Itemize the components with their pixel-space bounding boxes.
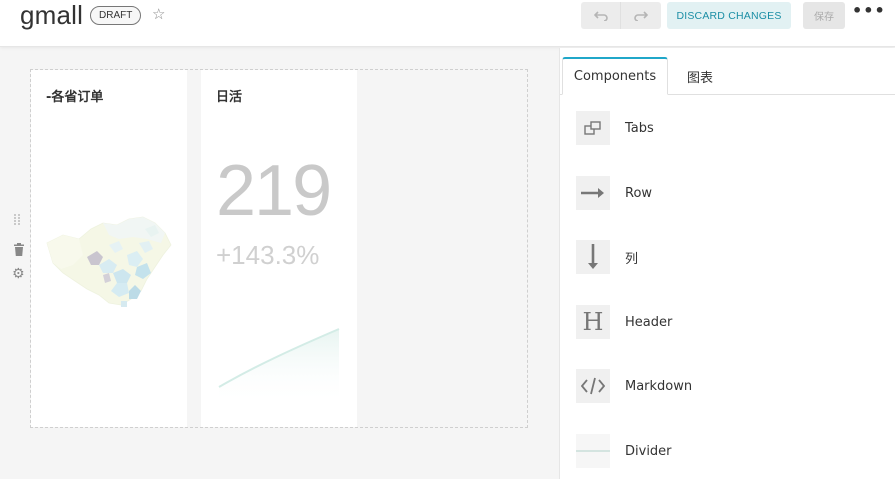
percent-change: +143.3%	[216, 240, 320, 270]
undo-icon	[593, 10, 608, 21]
component-label: Tabs	[625, 120, 654, 136]
markdown-code-icon	[576, 369, 610, 403]
chart-title: 日活	[216, 90, 243, 105]
more-options-icon[interactable]: •••	[852, 1, 886, 20]
draft-badge[interactable]: DRAFT	[90, 6, 142, 25]
component-markdown[interactable]: Markdown	[576, 368, 876, 404]
gear-icon[interactable]: ⚙	[12, 266, 25, 282]
drag-handle-icon[interactable]	[14, 214, 20, 226]
discard-changes-button[interactable]: DISCARD CHANGES	[667, 2, 791, 29]
component-row[interactable]: Row	[576, 175, 876, 211]
trash-icon[interactable]	[13, 241, 25, 256]
component-header[interactable]: H Header	[576, 304, 876, 340]
chart-card-province-orders[interactable]: -各省订单	[31, 70, 187, 427]
undo-redo-group	[581, 2, 661, 29]
column-arrow-icon	[576, 240, 610, 274]
redo-icon	[634, 10, 648, 21]
tab-charts[interactable]: 图表	[678, 57, 722, 95]
panel-tabs: Components 图表	[560, 48, 895, 95]
dashboard-title[interactable]: gmall	[20, 0, 83, 31]
chart-card-daily-active[interactable]: 日活 219 +143.3%	[201, 70, 357, 427]
component-label: Header	[625, 314, 673, 330]
builder-side-panel: Components 图表 Tabs Row 列 H Header Markdo…	[559, 48, 895, 479]
component-tabs[interactable]: Tabs	[576, 110, 876, 146]
row-arrow-icon	[576, 176, 610, 210]
chart-title: -各省订单	[46, 90, 104, 105]
big-number-value: 219	[216, 151, 332, 231]
tabs-icon	[576, 111, 610, 145]
favorite-star-icon[interactable]: ☆	[152, 5, 165, 23]
component-column[interactable]: 列	[576, 239, 876, 275]
dashboard-header: gmall DRAFT ☆ DISCARD CHANGES 保存 •••	[0, 0, 895, 47]
component-label: Row	[625, 185, 653, 201]
save-button[interactable]: 保存	[803, 2, 845, 29]
component-label: Divider	[625, 443, 672, 459]
divider-icon	[576, 434, 610, 468]
trendline-sparkline	[218, 328, 340, 405]
dashboard-grid-row: -各省订单 日活 219 +143.3%	[30, 69, 528, 428]
tab-components[interactable]: Components	[562, 57, 668, 95]
redo-button[interactable]	[621, 2, 661, 29]
component-label: Markdown	[625, 378, 693, 394]
header-icon: H	[576, 305, 610, 339]
undo-button[interactable]	[581, 2, 621, 29]
component-label: 列	[625, 251, 639, 267]
component-divider[interactable]: Divider	[576, 433, 876, 469]
china-map-chart[interactable]	[43, 215, 175, 311]
